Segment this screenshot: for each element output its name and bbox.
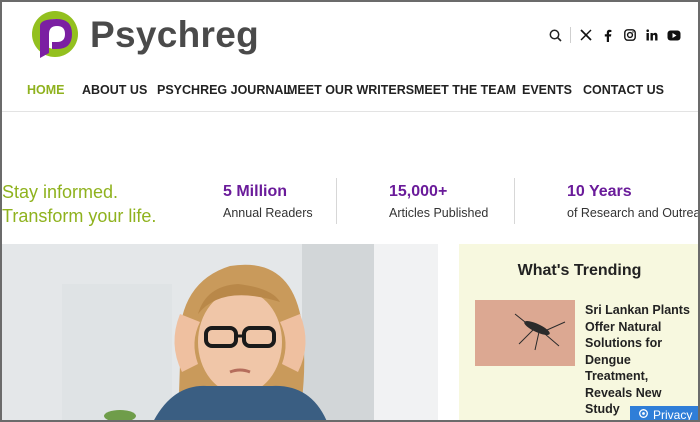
- stat-number: 15,000+: [389, 183, 448, 200]
- youtube-icon[interactable]: [665, 26, 683, 44]
- nav-meet-our-writers[interactable]: MEET OUR WRITERS: [287, 83, 414, 97]
- featured-article-image[interactable]: [2, 244, 438, 420]
- stat-number: 10 Years: [567, 183, 632, 200]
- stat-divider: [336, 178, 337, 224]
- stat-years: 10 Years of Research and Outreach: [567, 182, 700, 220]
- nav-meet-the-team[interactable]: MEET THE TEAM: [414, 83, 516, 97]
- site-header: Psychreg: [2, 2, 698, 68]
- trending-article-thumbnail[interactable]: [475, 300, 575, 366]
- main-nav: HOME ABOUT US PSYCHREG JOURNAL MEET OUR …: [2, 68, 698, 112]
- trending-title: What's Trending: [517, 262, 642, 279]
- nav-home[interactable]: HOME: [27, 83, 65, 97]
- stat-label: of Research and Outreach: [567, 206, 700, 220]
- tagline-line-1: Stay informed.: [2, 182, 119, 202]
- nav-contact-us[interactable]: CONTACT US: [583, 83, 664, 97]
- trending-panel: What's Trending Sri Lankan Plants Offer …: [459, 244, 698, 420]
- stat-label: Articles Published: [389, 206, 489, 220]
- stat-number: 5 Million: [223, 183, 287, 200]
- stat-divider: [514, 178, 515, 224]
- stat-readers: 5 Million Annual Readers: [223, 182, 313, 220]
- x-icon[interactable]: [577, 26, 595, 44]
- mosquito-image: [475, 300, 575, 366]
- stressed-woman-illustration: [2, 244, 438, 420]
- facebook-icon[interactable]: [599, 26, 617, 44]
- privacy-label: Privacy: [653, 408, 693, 422]
- privacy-button[interactable]: Privacy: [630, 406, 698, 422]
- stat-articles: 15,000+ Articles Published: [389, 182, 488, 220]
- search-icon[interactable]: [546, 26, 564, 44]
- tagline: Stay informed. Transform your life.: [2, 180, 156, 228]
- gear-icon: [638, 408, 649, 420]
- brand-name[interactable]: Psychreg: [90, 14, 259, 56]
- social-divider: [570, 27, 571, 43]
- trending-article-title[interactable]: Sri Lankan Plants Offer Natural Solution…: [585, 302, 695, 418]
- page-frame: Psychreg HOME ABOUT US PSYCHREG JOURNAL …: [0, 0, 700, 422]
- social-bar: [546, 26, 683, 44]
- nav-psychreg-journal[interactable]: PSYCHREG JOURNAL: [157, 83, 291, 97]
- nav-events[interactable]: EVENTS: [522, 83, 572, 97]
- tagline-line-2: Transform your life.: [2, 206, 157, 226]
- stats-band: Stay informed. Transform your life. 5 Mi…: [2, 168, 698, 238]
- instagram-icon[interactable]: [621, 26, 639, 44]
- nav-about-us[interactable]: ABOUT US: [82, 83, 147, 97]
- stat-label: Annual Readers: [223, 206, 313, 220]
- psychreg-logo[interactable]: [28, 8, 80, 62]
- linkedin-icon[interactable]: [643, 26, 661, 44]
